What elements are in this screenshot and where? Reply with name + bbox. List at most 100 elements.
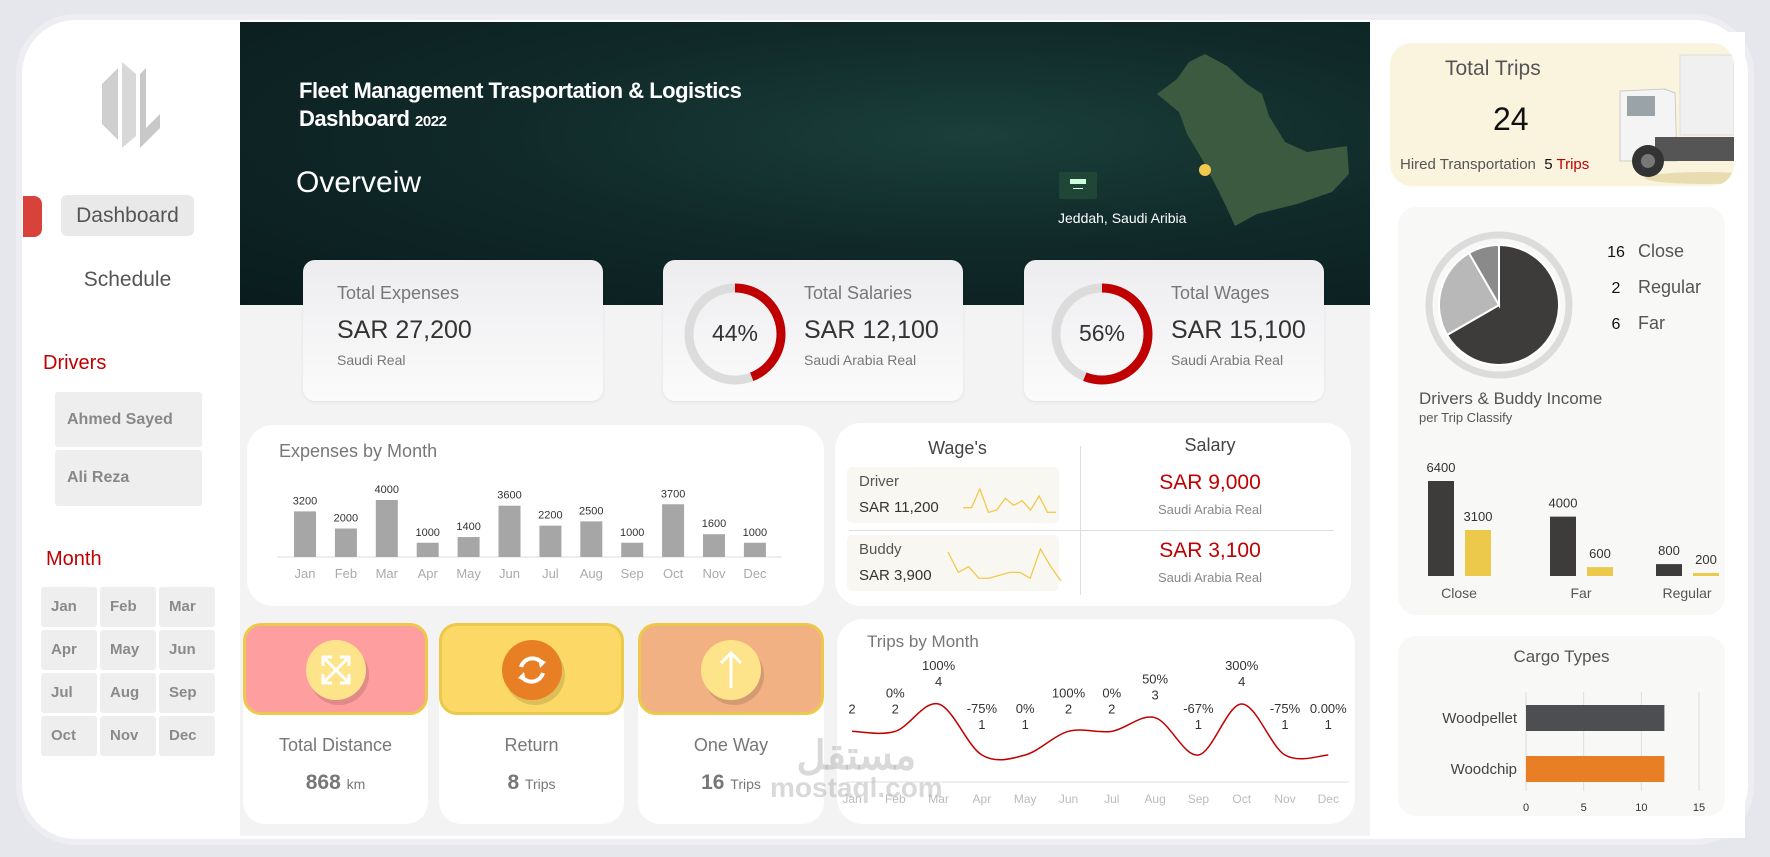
x-tick-label: Mar [376,566,399,581]
expense-bar-dec [743,542,766,557]
wages-percent: 56% [1078,320,1126,346]
x-tick-label: Nov [702,566,726,581]
bar-data-label: 3700 [661,488,685,500]
expense-bar-jan [294,511,316,557]
total-distance-card[interactable]: Total Distance 868 km [243,623,428,824]
sidebar: Dashboard Schedule Drivers Ahmed Sayed A… [23,22,240,834]
x-tick-label: Oct [663,566,684,581]
x-tick-label: May [456,566,481,581]
total-trips-card: Total Trips 24 Hired Transportation 5 Tr… [1390,43,1734,186]
hired-label: Hired Transportation [1400,156,1536,173]
trip-change-label: 0% [1016,701,1035,716]
driver-filter-ahmed-sayed[interactable]: Ahmed Sayed [55,392,202,447]
month-heading: Month [46,548,102,570]
card-label: Return [504,735,559,755]
expense-bar-may [457,537,480,557]
month-filter-apr[interactable]: Apr [41,630,97,670]
x-tick-label: Feb [335,566,357,581]
month-filter-nov[interactable]: Nov [100,716,156,756]
month-filter-jul[interactable]: Jul [41,673,97,713]
x-tick-label: Sep [621,566,644,581]
total-trips-title: Total Trips [1445,57,1541,80]
expand-arrows-icon [305,640,366,700]
legend-value: 16 [1607,244,1625,261]
trip-value-label: 2 [1065,701,1072,716]
trip-value-label: 1 [1325,717,1332,732]
month-filter-oct[interactable]: Oct [41,716,97,756]
one-way-value: 16 [701,771,725,794]
month-filter-dec[interactable]: Dec [159,716,215,756]
income-bar-far-driver [1550,516,1576,576]
title-year: 2022 [415,113,447,130]
month-filter-may[interactable]: May [100,630,156,670]
title-line-1: Fleet Management Trasportation & Logisti… [299,78,742,103]
return-card[interactable]: Return 8 Trips [439,623,624,824]
wages-salary-panel: Wage's Salary Driver SAR 11,200 Buddy SA… [835,423,1351,606]
trip-change-label: -75% [967,701,998,716]
bar-data-label: 6400 [1427,460,1456,475]
x-tick-label: Jun [499,566,520,581]
income-bar-close-buddy [1465,529,1491,576]
watermark-arabic: مستقل [796,734,917,778]
card-value: 868 km [243,771,428,795]
driver-wage-row: Driver SAR 11,200 [847,467,1059,523]
expenses-bar-chart: 3200 Jan 2000 Feb 4000 Mar 1000 Apr 1400 May 3600 J… [277,484,782,581]
month-filter-mar[interactable]: Mar [159,587,215,627]
arrow-up-icon [701,640,761,700]
active-nav-indicator [23,196,42,237]
bar-data-label: 1400 [456,521,480,533]
salary-title: Salary [1184,435,1236,455]
expense-bar-jul [539,525,562,557]
x-tick-label: Apr [973,792,992,806]
trip-change-label: 0% [886,685,905,700]
month-filter-jun[interactable]: Jun [159,630,215,670]
x-tick-label: May [1014,792,1037,806]
kpi-sub: Saudi Arabia Real [804,352,917,368]
kpi-title: Total Expenses [337,283,460,303]
x-tick-label: 5 [1581,802,1587,814]
expenses-by-month-panel: Expenses by Month 3200 Jan 2000 Feb 4000 Mar 1… [247,425,824,606]
bar-data-label: 2000 [334,513,358,525]
driver-wage-value: SAR 11,200 [859,499,939,516]
month-filter-grid: Jan Feb Mar Apr May Jun Jul Aug Sep Oct Nov Dec [41,587,221,756]
income-bar-far-buddy [1587,567,1613,576]
trip-change-label: 0% [1102,685,1121,700]
bar-data-label: 3100 [1464,509,1493,524]
kpi-value: SAR 27,200 [337,316,472,344]
trip-value-label: 1 [978,717,985,732]
legend-value: 6 [1612,316,1621,333]
distance-value: 868 [305,771,341,794]
x-tick-label: 0 [1523,802,1529,814]
bar-data-label: 4000 [1549,496,1578,511]
kpi-title: Total Wages [1171,283,1270,303]
truck-image [1619,54,1734,184]
buddy-wage-row: Buddy SAR 3,900 [847,535,1062,591]
expense-bar-apr [416,542,439,557]
month-filter-sep[interactable]: Sep [159,673,215,713]
x-tick-label: 15 [1693,802,1705,814]
legend-value: 2 [1612,280,1621,297]
month-filter-jan[interactable]: Jan [41,587,97,627]
x-tick-label: Far [1571,585,1592,601]
trip-change-label: 100% [1052,685,1086,700]
trip-change-label: 300% [1225,658,1259,673]
trip-change-label: 0.00% [1310,701,1347,716]
income-bar-chart: 6400 3100 Close 4000 600 Far 800 200 Regular [1427,460,1719,601]
income-chart-title: Drivers & Buddy Income [1419,389,1603,408]
driver-filter-ali-reza[interactable]: Ali Reza [55,450,202,506]
buddy-salary-value: SAR 3,100 [1159,539,1261,562]
buddy-label: Buddy [859,541,902,558]
month-filter-feb[interactable]: Feb [100,587,156,627]
cargo-types-bar-chart: 0 5 10 15 Woodpellet Woodchip [1442,692,1705,814]
trip-value-label: 2 [1108,701,1115,716]
sparkline-line [947,547,1062,582]
trip-value-label: 2 [848,701,855,716]
trip-class-card: 16 Close 2 Regular 6 Far Drivers & Buddy Inco… [1398,207,1725,615]
nav-dashboard-button[interactable]: Dashboard [61,195,194,236]
cargo-bar-woodpellet [1526,705,1665,731]
trip-change-label: 50% [1142,672,1168,687]
bar-data-label: 1000 [620,527,644,539]
month-filter-aug[interactable]: Aug [100,673,156,713]
nav-schedule-button[interactable]: Schedule [61,259,194,300]
driver-salary-value: SAR 9,000 [1159,471,1261,494]
